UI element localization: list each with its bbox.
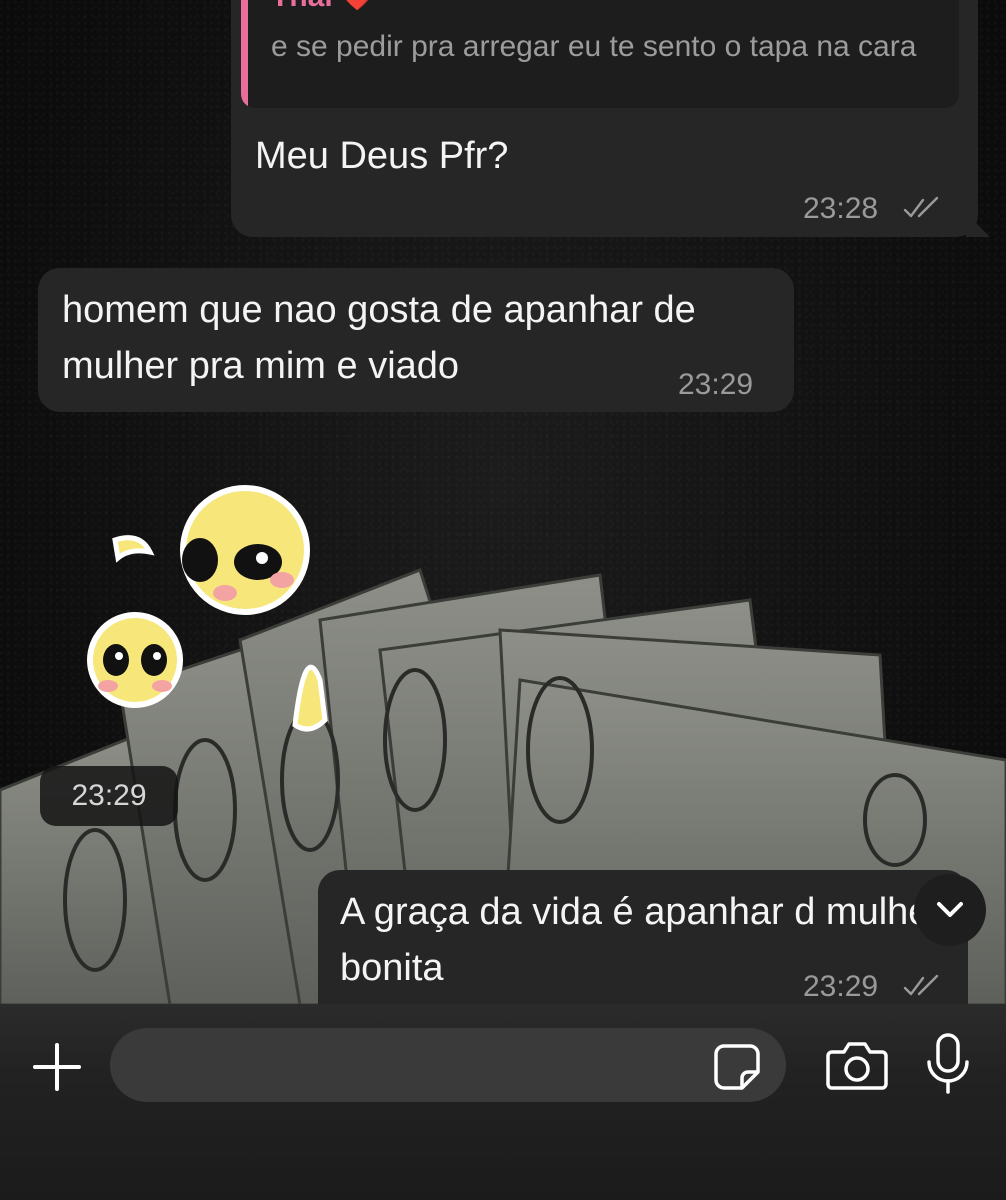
sticker-icon[interactable] (712, 1042, 762, 1092)
message-input[interactable] (110, 1028, 786, 1102)
message-time: 23:29 (678, 368, 754, 401)
chevron-down-icon (937, 902, 963, 917)
double-check-icon (903, 196, 939, 218)
message-text: Meu Deus Pfr? (255, 135, 509, 177)
chick-wing (112, 535, 155, 563)
sticker-time: 23:29 (40, 766, 178, 826)
plus-icon[interactable] (30, 1040, 84, 1094)
scroll-to-bottom-button[interactable] (914, 874, 986, 946)
heart-icon: ❤️ (341, 0, 373, 12)
double-check-icon (903, 974, 939, 996)
reply-author-name: Thai (271, 0, 333, 13)
quoted-reply[interactable]: Thai ❤️ e se pedir pra arregar eu te sen… (241, 0, 959, 108)
reply-quoted-text: e se pedir pra arregar eu te sento o tap… (271, 30, 917, 63)
incoming-message-bubble[interactable]: homem que nao gosta de apanhar de mulher… (38, 268, 794, 412)
reply-author: Thai ❤️ (271, 0, 373, 14)
mic-icon[interactable] (924, 1032, 972, 1096)
message-time: 23:28 (803, 192, 879, 225)
chick-sticker-big (180, 485, 310, 615)
reply-accent-bar (241, 0, 248, 108)
camera-icon[interactable] (826, 1038, 888, 1092)
chick-sticker-small (87, 612, 183, 708)
message-time: 23:29 (803, 970, 879, 1003)
outgoing-message-bubble[interactable]: Thai ❤️ e se pedir pra arregar eu te sen… (231, 0, 990, 237)
